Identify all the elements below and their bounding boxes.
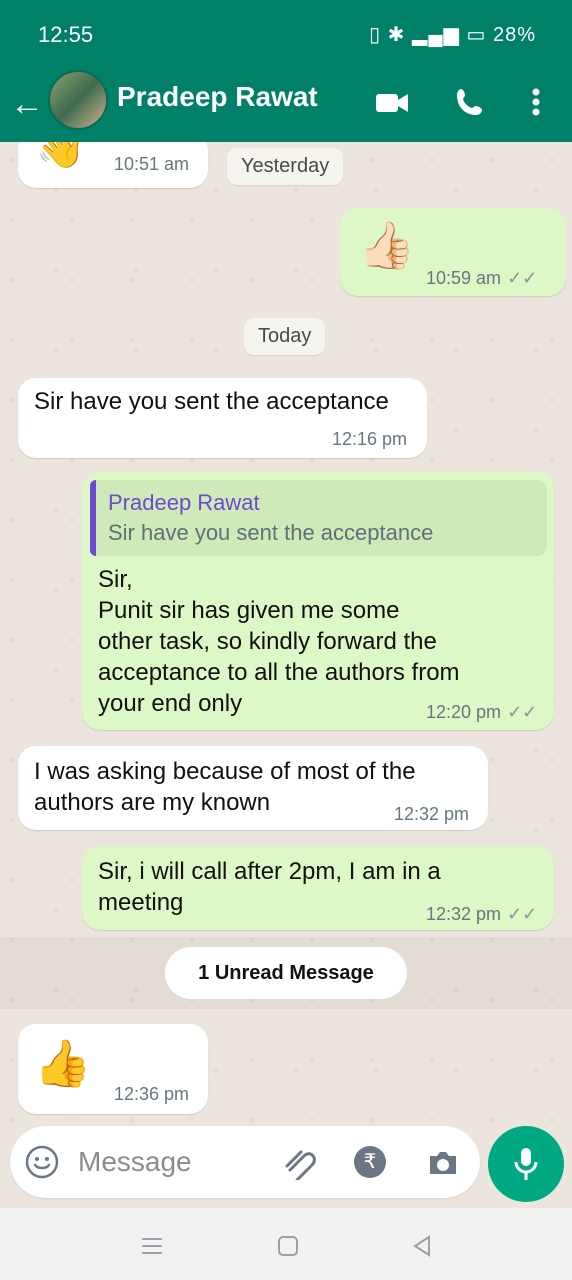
message-time: 12:32 pm xyxy=(394,804,470,824)
recent-apps-icon[interactable] xyxy=(140,1236,164,1256)
reply-sender: Pradeep Rawat xyxy=(108,490,260,515)
message-text: Sir, Punit sir has given me some other t… xyxy=(98,566,460,717)
message-bubble-incoming[interactable]: Sir have you sent the acceptance 12:16 p… xyxy=(18,378,427,458)
message-composer[interactable]: Message ₹ xyxy=(10,1126,480,1198)
back-button[interactable]: ← xyxy=(10,80,46,128)
signal-icon: ▂▄▆ xyxy=(412,24,460,46)
thumbs-up-emoji: 👍 xyxy=(34,1037,92,1089)
chat-area[interactable]: 👋 10:51 am Yesterday 👍🏻 10:59 am ✓✓ Today… xyxy=(0,142,572,1126)
battery-percent: 28% xyxy=(492,24,536,46)
contact-name[interactable]: Pradeep Rawat xyxy=(117,80,318,114)
message-time: 12:32 pm ✓✓ xyxy=(426,904,538,924)
home-icon[interactable] xyxy=(276,1234,300,1258)
message-time: 10:59 am ✓✓ xyxy=(426,268,538,288)
voice-record-button[interactable] xyxy=(488,1126,564,1202)
message-bubble-incoming[interactable]: 👍 12:36 pm xyxy=(18,1024,208,1114)
battery-icon: ▭ xyxy=(466,24,487,46)
thumbs-up-emoji: 👍🏻 xyxy=(358,219,416,271)
message-bubble-outgoing[interactable]: 👍🏻 10:59 am ✓✓ xyxy=(340,208,566,296)
mic-icon xyxy=(514,1148,538,1180)
back-nav-icon[interactable] xyxy=(410,1234,434,1258)
date-separator: Today xyxy=(244,318,326,355)
avatar[interactable] xyxy=(48,70,108,130)
reply-text: Sir have you sent the acceptance xyxy=(108,520,434,545)
message-input[interactable]: Message xyxy=(78,1146,192,1178)
camera-icon[interactable] xyxy=(424,1146,462,1180)
system-nav-bar xyxy=(0,1208,572,1280)
video-call-icon[interactable] xyxy=(372,82,412,122)
message-time: 10:51 am xyxy=(114,154,190,174)
status-icons: ▯ ✱ ▂▄▆ ▭ 28% xyxy=(369,22,536,47)
date-separator: Yesterday xyxy=(227,148,344,185)
message-bubble-outgoing[interactable]: Sir, i will call after 2pm, I am in a me… xyxy=(82,846,554,930)
message-time: 12:20 pm ✓✓ xyxy=(426,702,538,722)
message-text: Sir, i will call after 2pm, I am in a me… xyxy=(98,858,441,916)
message-bubble-incoming[interactable]: I was asking because of most of the auth… xyxy=(18,746,488,830)
read-receipt-icon: ✓✓ xyxy=(507,702,538,722)
message-text: Sir have you sent the acceptance xyxy=(34,388,389,415)
emoji-icon[interactable] xyxy=(24,1144,60,1180)
message-text: I was asking because of most of the auth… xyxy=(34,758,416,816)
read-receipt-icon: ✓✓ xyxy=(507,904,538,924)
voice-call-icon[interactable] xyxy=(450,82,490,122)
read-receipt-icon: ✓✓ xyxy=(507,268,538,288)
status-bar: 12:55 ▯ ✱ ▂▄▆ ▭ 28% xyxy=(0,0,572,70)
vibrate-icon: ▯ xyxy=(369,24,382,46)
unread-messages-indicator: 1 Unread Message xyxy=(165,947,407,999)
bluetooth-icon: ✱ xyxy=(387,24,406,46)
message-time: 12:16 pm xyxy=(332,429,408,449)
more-options-icon[interactable] xyxy=(516,82,556,122)
payment-icon[interactable]: ₹ xyxy=(354,1146,386,1178)
chat-header: ← Pradeep Rawat xyxy=(0,70,572,142)
reply-quote[interactable]: Pradeep Rawat Sir have you sent the acce… xyxy=(90,480,547,556)
message-bubble-incoming[interactable]: 👋 10:51 am xyxy=(18,142,208,188)
status-time: 12:55 xyxy=(38,22,94,47)
attach-icon[interactable] xyxy=(280,1146,320,1180)
reply-accent-bar xyxy=(90,480,96,556)
wave-emoji: 👋 xyxy=(36,142,86,170)
message-time: 12:36 pm xyxy=(114,1084,190,1104)
